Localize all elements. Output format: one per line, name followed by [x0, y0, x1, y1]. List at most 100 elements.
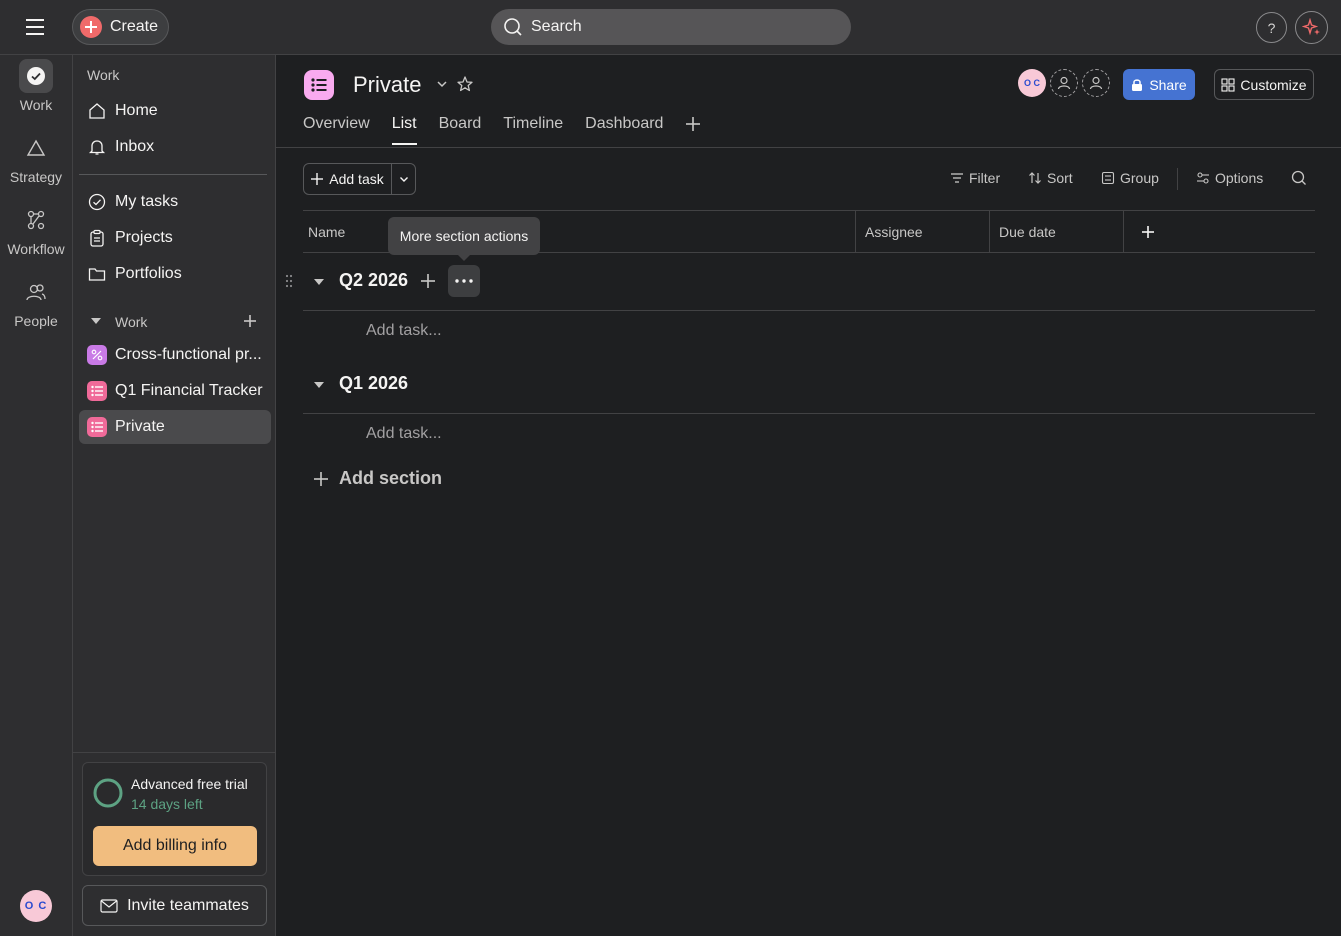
group-button[interactable]: Group	[1101, 170, 1159, 186]
list-project-icon	[87, 381, 107, 401]
invite-teammates-button[interactable]: Invite teammates	[82, 885, 267, 926]
sort-label: Sort	[1047, 170, 1073, 186]
add-billing-info-button[interactable]: Add billing info	[93, 826, 257, 866]
top-bar: Create Search ?	[0, 0, 1341, 55]
workflow-icon	[19, 203, 53, 237]
search-tasks-button[interactable]	[1291, 170, 1307, 186]
clipboard-icon	[87, 228, 107, 248]
tab-board[interactable]: Board	[439, 115, 482, 145]
column-divider	[1123, 211, 1124, 252]
plus-icon	[311, 173, 324, 185]
column-assignee[interactable]: Assignee	[865, 211, 923, 252]
add-project-icon[interactable]	[243, 314, 257, 328]
rail-item-work[interactable]: Work	[0, 59, 72, 113]
search-icon	[503, 17, 523, 37]
plus-icon	[80, 16, 102, 38]
drag-handle-icon[interactable]	[284, 274, 294, 288]
sidebar-item-portfolios[interactable]: Portfolios	[79, 257, 271, 291]
customize-button[interactable]: Customize	[1214, 69, 1314, 100]
sidebar-divider	[79, 174, 267, 175]
sort-icon	[1028, 171, 1042, 185]
section-title[interactable]: Q1 2026	[339, 373, 408, 394]
tab-timeline[interactable]: Timeline	[503, 115, 563, 145]
ai-sparkle-button[interactable]	[1295, 11, 1328, 44]
customize-label: Customize	[1240, 76, 1307, 93]
sidebar-item-my-tasks[interactable]: My tasks	[79, 185, 271, 219]
star-icon[interactable]	[456, 75, 474, 93]
add-task-input[interactable]: Add task...	[366, 322, 442, 340]
hamburger-menu-icon[interactable]	[22, 16, 50, 38]
tab-list[interactable]: List	[391, 115, 417, 145]
sidebar-project-q1-financial-tracker[interactable]: Q1 Financial Tracker	[79, 374, 271, 408]
rail-item-label: Work	[19, 97, 53, 113]
left-rail: Work Strategy Workflow People O C	[0, 55, 72, 936]
trial-days-left: 14 days left	[131, 796, 203, 812]
search-input[interactable]: Search	[491, 9, 851, 45]
chevron-down-icon	[398, 173, 410, 185]
caret-down-icon[interactable]	[313, 277, 325, 287]
trial-progress-ring	[92, 777, 124, 809]
add-tab-icon[interactable]	[684, 115, 702, 133]
empty-member-icon[interactable]	[1050, 69, 1078, 97]
add-task-to-section-icon[interactable]	[420, 273, 436, 289]
list-project-icon[interactable]	[304, 70, 334, 100]
project-title[interactable]: Private	[353, 72, 421, 98]
sidebar-project-cross-functional[interactable]: Cross-functional pr...	[79, 338, 271, 372]
sidebar: Work Home Inbox My tasks Projects Portfo…	[72, 55, 276, 936]
lock-icon	[1131, 78, 1143, 92]
options-button[interactable]: Options	[1196, 170, 1263, 186]
caret-down-icon[interactable]	[89, 314, 103, 328]
rail-item-people[interactable]: People	[0, 275, 72, 329]
column-divider	[855, 211, 856, 252]
sidebar-project-private[interactable]: Private	[79, 410, 271, 444]
sidebar-item-label: Inbox	[115, 138, 155, 155]
sparkle-icon	[1301, 17, 1322, 38]
sidebar-item-home[interactable]: Home	[79, 94, 271, 128]
share-label: Share	[1149, 76, 1187, 93]
team-heading[interactable]: Work	[115, 314, 147, 330]
sort-button[interactable]: Sort	[1028, 170, 1073, 186]
more-dots-icon	[455, 279, 473, 283]
create-button[interactable]: Create	[72, 9, 169, 45]
chevron-down-icon[interactable]	[435, 77, 449, 91]
add-section-button[interactable]: Add section	[313, 468, 442, 489]
search-placeholder: Search	[531, 18, 582, 35]
sidebar-item-label: Cross-functional pr...	[115, 346, 262, 363]
rail-item-strategy[interactable]: Strategy	[0, 131, 72, 185]
bell-icon	[87, 137, 107, 157]
column-due-date[interactable]: Due date	[999, 211, 1056, 252]
add-task-dropdown[interactable]	[392, 164, 415, 194]
column-name[interactable]: Name	[308, 211, 345, 252]
folder-icon	[87, 264, 107, 284]
section-title[interactable]: Q2 2026	[339, 270, 408, 291]
project-members[interactable]: O C	[1018, 69, 1110, 97]
toolbar-divider	[1177, 168, 1178, 190]
rail-item-label: Workflow	[7, 241, 65, 257]
add-section-label: Add section	[339, 468, 443, 488]
share-button[interactable]: Share	[1123, 69, 1195, 100]
user-avatar[interactable]: O C	[20, 890, 52, 922]
sidebar-item-label: Projects	[115, 229, 173, 246]
tab-overview[interactable]: Overview	[303, 115, 370, 145]
people-icon	[19, 275, 53, 309]
help-button[interactable]: ?	[1256, 12, 1287, 43]
add-column-icon[interactable]	[1141, 211, 1155, 252]
filter-button[interactable]: Filter	[950, 170, 1000, 186]
filter-icon	[950, 171, 964, 185]
options-icon	[1196, 171, 1210, 185]
group-icon	[1101, 171, 1115, 185]
tab-dashboard[interactable]: Dashboard	[585, 115, 663, 145]
more-section-actions-button[interactable]	[448, 265, 480, 297]
empty-member-icon[interactable]	[1082, 69, 1110, 97]
add-task-button[interactable]: Add task	[304, 164, 392, 194]
caret-down-icon[interactable]	[313, 380, 325, 390]
sidebar-item-projects[interactable]: Projects	[79, 221, 271, 255]
customize-icon	[1221, 77, 1235, 92]
member-avatar[interactable]: O C	[1018, 69, 1046, 97]
sidebar-item-inbox[interactable]: Inbox	[79, 130, 271, 164]
options-label: Options	[1215, 170, 1264, 186]
project-icon	[87, 345, 107, 365]
rail-item-workflow[interactable]: Workflow	[0, 203, 72, 257]
search-icon	[1291, 170, 1307, 186]
add-task-input[interactable]: Add task...	[366, 425, 442, 443]
